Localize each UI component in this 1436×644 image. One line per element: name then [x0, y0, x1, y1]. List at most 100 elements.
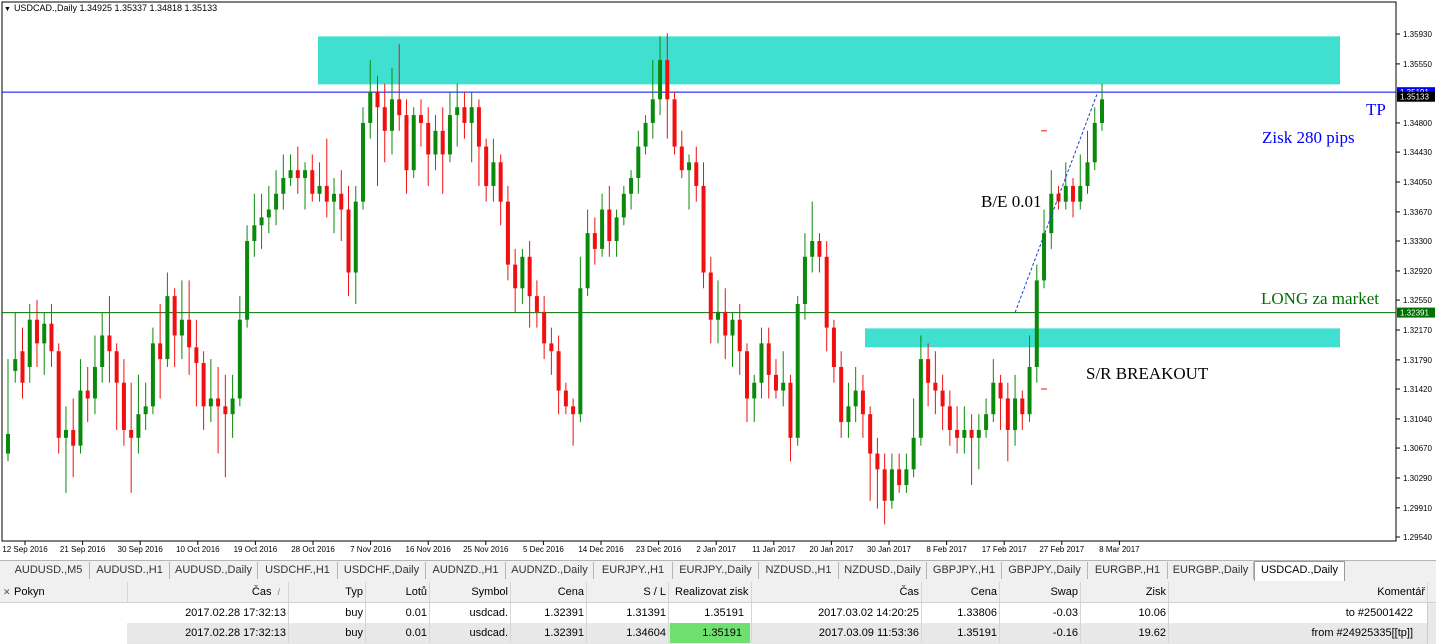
table-row[interactable]: 2017.02.28 17:32:13 buy 0.01 usdcad. 1.3…: [0, 603, 1436, 624]
cell-typ: buy: [345, 627, 363, 639]
candle-body: [484, 146, 489, 186]
close-panel-icon[interactable]: ✕: [3, 587, 11, 597]
tab-audnzd-h1[interactable]: AUDNZD.,H1: [426, 562, 506, 579]
col-header-cena-close[interactable]: Cena: [922, 582, 1000, 602]
tab-eurgbp-h1[interactable]: EURGBP.,H1: [1088, 562, 1168, 579]
col-header-realizovat[interactable]: Realizovat zisk: [669, 582, 752, 602]
cell-sl: 1.31391: [626, 607, 666, 619]
candle-body: [520, 256, 525, 289]
col-header-sl[interactable]: S / L: [587, 582, 669, 602]
tab-eurjpy-daily[interactable]: EURJPY.,Daily: [673, 562, 759, 579]
candle-body: [701, 185, 706, 273]
date-label: 2 Jan 2017: [696, 545, 736, 554]
tab-usdcad-daily[interactable]: USDCAD.,Daily: [1254, 561, 1345, 581]
tab-audusd-h1[interactable]: AUDUSD.,H1: [90, 562, 170, 579]
candle-body: [353, 201, 358, 273]
col-header-pokyn[interactable]: Pokyn: [0, 582, 128, 602]
cell-lotu: 0.01: [405, 627, 427, 639]
col-header-symbol[interactable]: Symbol: [430, 582, 511, 602]
col-header-swap[interactable]: Swap: [1000, 582, 1081, 602]
candle-body: [629, 178, 634, 194]
entry-annotation: LONG za market: [1261, 289, 1379, 308]
date-label: 8 Mar 2017: [1099, 545, 1140, 554]
tab-audusd-daily[interactable]: AUDUSD.,Daily: [170, 562, 258, 579]
candle-body: [288, 170, 293, 179]
candle-body: [447, 115, 452, 155]
tab-gbpjpy-daily[interactable]: GBPJPY.,Daily: [1002, 562, 1088, 579]
candle-body: [831, 327, 836, 367]
candle-body: [1092, 122, 1097, 163]
col-header-cas-close[interactable]: Čas: [752, 582, 922, 602]
candle-body: [621, 193, 626, 218]
candle-body: [42, 323, 47, 344]
candle-body: [1034, 280, 1039, 367]
candle-body: [788, 382, 793, 438]
candle-body: [1100, 99, 1104, 123]
chart-menu-arrow-icon[interactable]: ▼: [4, 6, 11, 13]
candle-body: [426, 122, 431, 155]
grid-scrollbar[interactable]: [1427, 603, 1436, 644]
col-header-typ[interactable]: Typ: [289, 582, 366, 602]
candle-body: [462, 107, 467, 123]
candle-body: [744, 351, 749, 399]
col-header-lotu[interactable]: Lotů: [366, 582, 430, 602]
cell-symbol: usdcad.: [469, 627, 508, 639]
current-price-tag: 1.35133: [1400, 93, 1429, 102]
candle-body: [310, 170, 315, 194]
profit-annotation: Zisk 280 pips: [1262, 128, 1355, 147]
chart-canvas[interactable]: 1.35930 1.35550 1.34800 1.34430 1.34050 1.336…: [0, 0, 1436, 560]
date-label: 19 Oct 2016: [234, 545, 278, 554]
price-label: 1.35930: [1403, 30, 1432, 39]
candle-body: [382, 107, 387, 131]
tab-eurjpy-h1[interactable]: EURJPY.,H1: [594, 562, 673, 579]
candle-body: [107, 335, 112, 352]
chart-tabbar: AUDUSD.,M5 AUDUSD.,H1 AUDUSD.,Daily USDCHF.…: [0, 560, 1436, 583]
date-label: 5 Dec 2016: [523, 545, 564, 554]
col-header-zisk[interactable]: Zisk: [1081, 582, 1169, 602]
tab-nzdusd-h1[interactable]: NZDUSD.,H1: [759, 562, 839, 579]
col-header-symbol-label: Symbol: [471, 586, 508, 598]
chart-header-text: USDCAD.,Daily 1.34925 1.35337 1.34818 1.…: [13, 3, 218, 13]
col-header-komentar[interactable]: Komentář: [1169, 582, 1428, 602]
table-row[interactable]: 2017.02.28 17:32:13 buy 0.01 usdcad. 1.3…: [0, 623, 1436, 644]
price-label: 1.30670: [1403, 444, 1432, 453]
tab-gbpjpy-h1[interactable]: GBPJPY.,H1: [927, 562, 1002, 579]
tab-eurgbp-daily[interactable]: EURGBP.,Daily: [1168, 562, 1254, 579]
candle-body: [636, 146, 641, 179]
price-label: 1.32170: [1403, 326, 1432, 335]
candle-body: [723, 311, 728, 336]
cell-cas-close: 2017.03.09 11:53:36: [818, 627, 919, 639]
col-header-cas[interactable]: Čas /: [128, 582, 289, 602]
date-label: 7 Nov 2016: [350, 545, 391, 554]
candle-body: [433, 130, 438, 155]
candle-body: [100, 335, 105, 367]
cell-cas: 2017.02.28 17:32:13: [185, 607, 286, 619]
candle-body: [860, 390, 865, 415]
col-header-cena[interactable]: Cena: [511, 582, 587, 602]
entry-price-tag: 1.32391: [1400, 309, 1429, 318]
candle-body: [339, 193, 344, 210]
tab-nzdusd-daily[interactable]: NZDUSD.,Daily: [839, 562, 927, 579]
price-chart[interactable]: 1.35930 1.35550 1.34800 1.34430 1.34050 1.336…: [0, 0, 1436, 560]
cell-cena: 1.32391: [544, 627, 584, 639]
cell-cena-close: 1.33806: [957, 607, 997, 619]
tab-audnzd-daily[interactable]: AUDNZD.,Daily: [506, 562, 594, 579]
tab-usdchf-daily[interactable]: USDCHF.,Daily: [338, 562, 426, 579]
candle-body: [998, 382, 1003, 399]
col-header-typ-label: Typ: [345, 586, 363, 598]
candle-body: [165, 296, 170, 360]
tab-audusd-m5[interactable]: AUDUSD.,M5: [8, 562, 90, 579]
candle-body: [868, 414, 873, 454]
price-label: 1.30290: [1403, 474, 1432, 483]
candle-body: [440, 130, 445, 155]
sort-indicator-icon: /: [277, 587, 280, 597]
candle-body: [897, 469, 902, 486]
candle-body: [332, 193, 337, 202]
candle-body: [773, 374, 778, 391]
candle-body: [600, 209, 605, 249]
candle-body: [926, 359, 931, 383]
candle-body: [984, 414, 989, 430]
candle-body: [469, 107, 474, 123]
cell-lotu: 0.01: [405, 607, 427, 619]
tab-usdchf-h1[interactable]: USDCHF.,H1: [258, 562, 338, 579]
